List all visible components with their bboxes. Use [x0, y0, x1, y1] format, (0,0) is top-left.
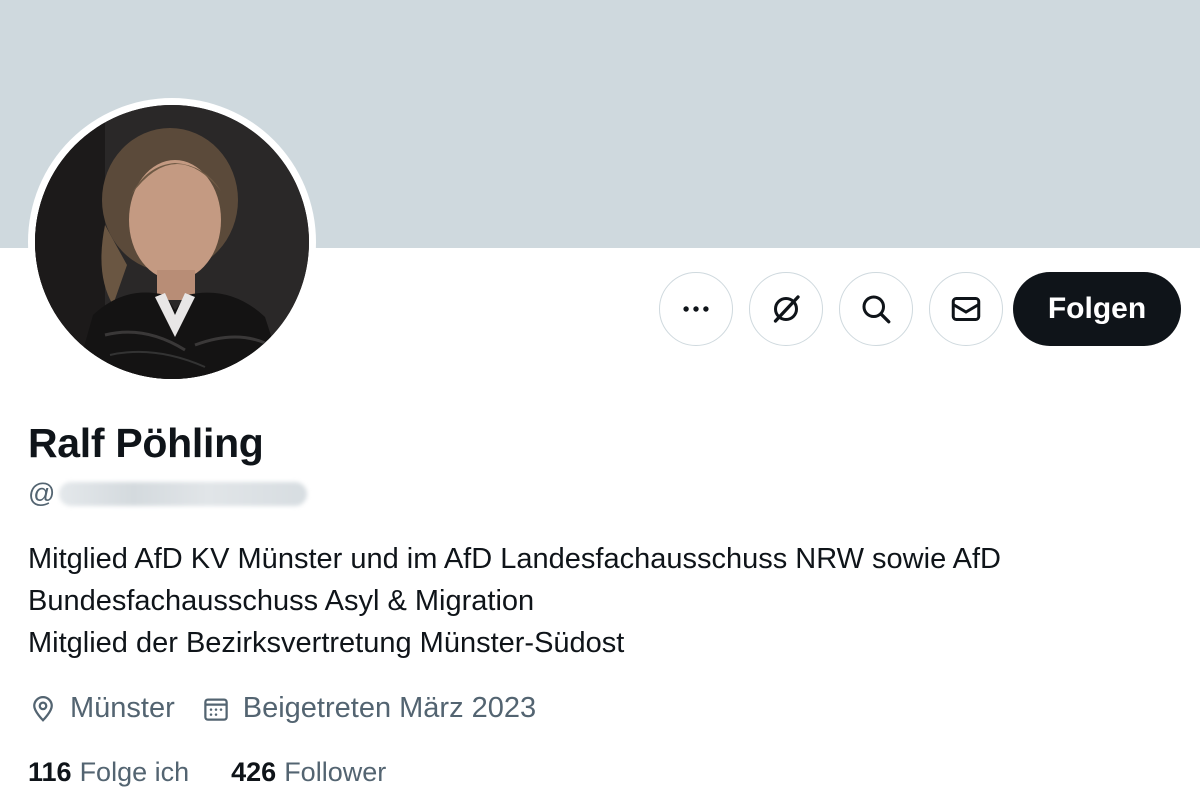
search-icon	[862, 295, 891, 324]
handle-redacted	[59, 481, 308, 506]
joined-item: Beigetreten März 2023	[201, 692, 536, 725]
display-name: Ralf Pöhling	[28, 420, 264, 466]
username-handle: @	[28, 478, 308, 509]
location-text: Münster	[70, 692, 175, 724]
followers-link[interactable]: 426 Follower	[231, 757, 386, 788]
followers-label: Follower	[284, 757, 387, 787]
followers-count: 426	[231, 757, 277, 787]
joined-text: Beigetreten März 2023	[242, 692, 537, 724]
avatar-photo	[35, 105, 309, 379]
following-count: 116	[28, 757, 72, 787]
follow-button[interactable]: Folgen	[1013, 272, 1181, 346]
grok-icon	[773, 295, 800, 323]
mail-icon	[951, 297, 981, 321]
bio-line: Bundesfachausschuss Asyl & Migration	[28, 585, 535, 617]
profile-actions: Folgen	[659, 272, 1181, 346]
profile-avatar[interactable]	[28, 98, 316, 386]
bio-line: Mitglied der Bezirksvertretung Münster-S…	[28, 627, 625, 659]
more-button[interactable]	[659, 272, 733, 346]
following-link[interactable]: 116 Folge ich	[28, 757, 189, 788]
following-label: Folge ich	[79, 757, 190, 787]
location-item: Münster	[28, 692, 175, 725]
profile-meta: Münster Beigetreten März 2023	[28, 692, 562, 725]
search-profile-button[interactable]	[839, 272, 913, 346]
message-button[interactable]	[929, 272, 1003, 346]
profile-stats: 116 Folge ich 426 Follower	[28, 757, 428, 788]
grok-button[interactable]	[749, 272, 823, 346]
profile-page: Folgen Ralf Pöhling @ Mitglied AfD KV Mü…	[0, 0, 1200, 800]
more-icon	[683, 306, 709, 312]
calendar-icon	[204, 698, 228, 721]
location-pin-icon	[33, 695, 53, 722]
profile-bio: Mitglied AfD KV Münster und im AfD Lande…	[28, 538, 1168, 664]
handle-prefix: @	[28, 478, 56, 508]
bio-line: Mitglied AfD KV Münster und im AfD Lande…	[28, 543, 1002, 575]
